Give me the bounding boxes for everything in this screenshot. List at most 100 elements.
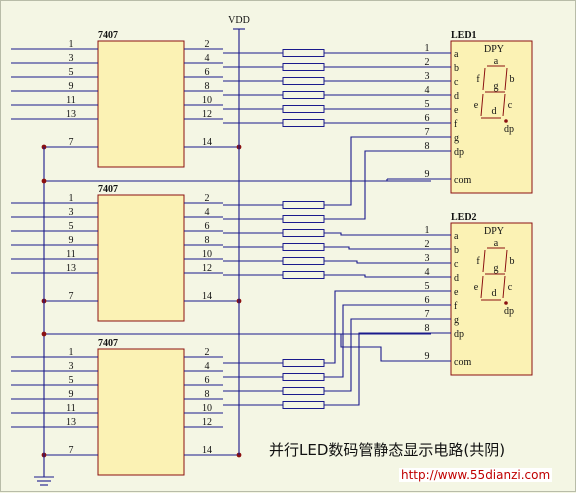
com-wire [340, 334, 387, 362]
output-pin-number: 4 [205, 53, 210, 64]
display-pin-name: a [454, 49, 459, 60]
vdd-label: VDD [228, 15, 250, 26]
display-part-label: DPY [484, 44, 504, 55]
input-pin-number: 5 [69, 221, 74, 232]
ic-7407-body [97, 194, 185, 322]
input-pin-number: 9 [69, 235, 74, 246]
junction-dot [41, 178, 47, 184]
seven-segment-display-body [450, 40, 533, 194]
ic-7407-body [97, 348, 185, 476]
input-pin-number: 9 [69, 389, 74, 400]
display-pin-number: 9 [425, 351, 430, 362]
circuit-diagram: 74071 23 45 69 811 1013 127 1474071 23 45 69 811 101… [11, 15, 533, 486]
routed-wire [324, 274, 387, 278]
input-pin-number: 3 [69, 53, 74, 64]
display-pin-number: 2 [425, 239, 430, 250]
ic-7407-body [97, 40, 185, 168]
input-pin-number: 3 [69, 207, 74, 218]
ic-part-label: 7407 [98, 338, 118, 349]
resistor [282, 77, 325, 85]
segment-letter: g [494, 263, 499, 274]
resistor [282, 359, 325, 367]
output-pin-number: 2 [205, 347, 210, 358]
display-pin-number: 1 [425, 43, 430, 54]
output-pin-number: 2 [205, 193, 210, 204]
output-pin-number: 12 [202, 263, 212, 274]
resistor [282, 387, 325, 395]
display-pin-name: com [454, 175, 471, 186]
input-pin-number: 11 [66, 95, 76, 106]
output-pin-number: 12 [202, 417, 212, 428]
resistor [282, 201, 325, 209]
display-pin-number: 4 [425, 267, 430, 278]
display-pin-number: 6 [425, 295, 430, 306]
vcc-pin-number: 14 [202, 137, 212, 148]
resistor [282, 119, 325, 127]
gnd-pin-number: 7 [69, 137, 74, 148]
segment-letter: dp [504, 124, 514, 135]
junction-dot [41, 331, 47, 337]
resistor [282, 373, 325, 381]
display-designator: LED2 [451, 212, 477, 223]
input-pin-number: 5 [69, 67, 74, 78]
resistor [282, 63, 325, 71]
gnd-pin-number: 7 [69, 445, 74, 456]
resistor [282, 271, 325, 279]
display-pin-name: c [454, 259, 459, 270]
resistor [282, 49, 325, 57]
output-pin-number: 12 [202, 109, 212, 120]
input-pin-number: 1 [69, 347, 74, 358]
display-pin-number: 1 [425, 225, 430, 236]
resistor [282, 257, 325, 265]
display-pin-number: 5 [425, 99, 430, 110]
display-pin-name: e [454, 105, 459, 116]
display-pin-number: 7 [425, 309, 430, 320]
display-pin-name: dp [454, 329, 464, 340]
segment-letter: d [492, 106, 497, 117]
output-pin-number: 8 [205, 235, 210, 246]
display-pin-name: dp [454, 147, 464, 158]
output-pin-number: 4 [205, 361, 210, 372]
routed-wire [324, 290, 387, 364]
vcc-pin-number: 14 [202, 445, 212, 456]
input-pin-number: 11 [66, 403, 76, 414]
segment-letter: e [474, 282, 479, 293]
input-pin-number: 1 [69, 39, 74, 50]
resistor [282, 91, 325, 99]
diagram-caption: 并行LED数码管静态显示电路(共阴) [269, 441, 506, 459]
segment-letter: c [508, 100, 513, 111]
display-pin-number: 2 [425, 57, 430, 68]
decimal-point-dot [504, 301, 508, 305]
display-pin-number: 4 [425, 85, 430, 96]
output-pin-number: 6 [205, 221, 210, 232]
routed-wire [324, 136, 387, 206]
routed-wire [324, 318, 387, 392]
display-pin-number: 5 [425, 281, 430, 292]
watermark-url: http://www.55dianzi.com [399, 468, 553, 482]
input-pin-number: 13 [66, 417, 76, 428]
segment-letter: e [474, 100, 479, 111]
display-pin-number: 9 [425, 169, 430, 180]
output-pin-number: 6 [205, 67, 210, 78]
ic-part-label: 7407 [98, 184, 118, 195]
input-pin-number: 13 [66, 109, 76, 120]
display-pin-name: d [454, 91, 459, 102]
routed-wire [324, 246, 387, 250]
segment-letter: c [508, 282, 513, 293]
output-pin-number: 10 [202, 95, 212, 106]
output-pin-number: 8 [205, 389, 210, 400]
ic-part-label: 7407 [98, 30, 118, 41]
display-pin-number: 6 [425, 113, 430, 124]
display-pin-number: 3 [425, 71, 430, 82]
resistor [282, 243, 325, 251]
seven-segment-display-body [450, 222, 533, 376]
gnd-pin-number: 7 [69, 291, 74, 302]
segment-letter: a [494, 238, 499, 249]
display-pin-name: a [454, 231, 459, 242]
segment-letter: dp [504, 306, 514, 317]
display-pin-name: b [454, 63, 459, 74]
display-part-label: DPY [484, 226, 504, 237]
resistor [282, 229, 325, 237]
routed-wire [324, 332, 387, 406]
display-pin-name: d [454, 273, 459, 284]
